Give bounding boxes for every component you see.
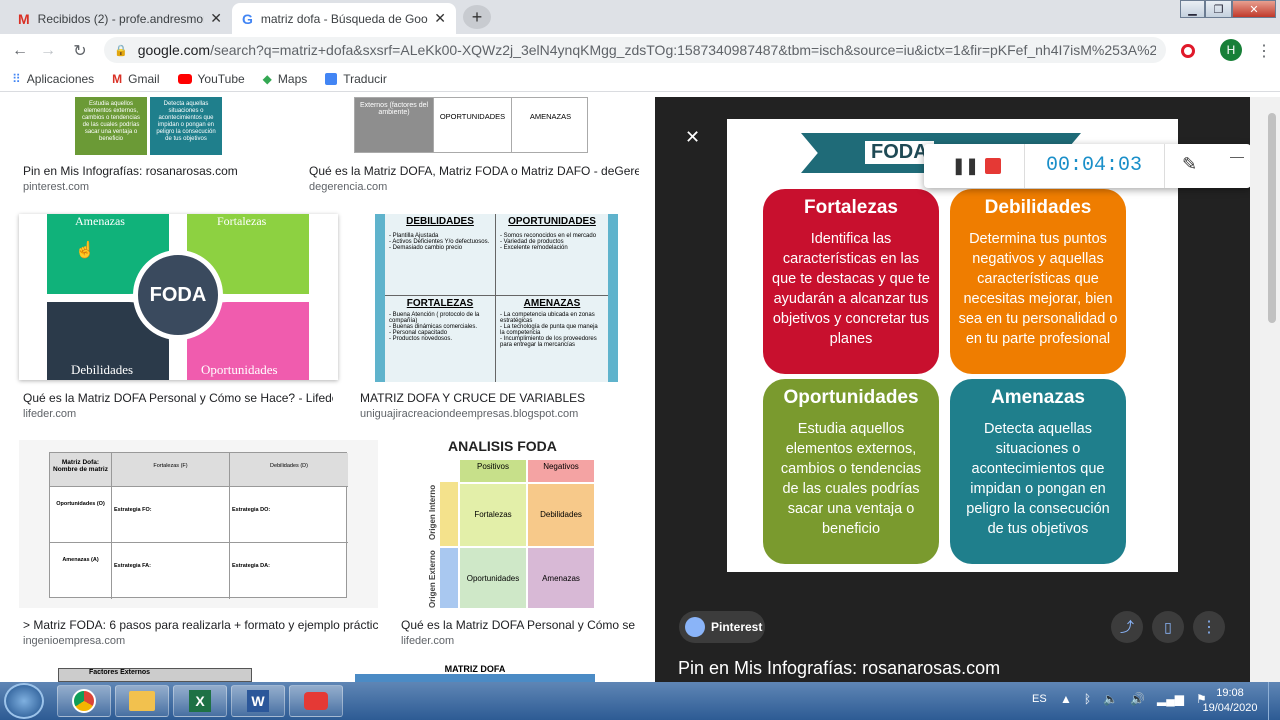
tab-gmail[interactable]: M Recibidos (2) - profe.andresmonsalve@g… [8, 3, 232, 34]
gmail-icon: M [18, 10, 30, 27]
result-domain: uniguajiracreaciondeempresas.blogspot.co… [360, 408, 579, 420]
source-badge[interactable]: Pinterest [679, 611, 765, 643]
address-bar[interactable]: 🔒 google.com/search?q=matriz+dofa&sxsrf=… [104, 37, 1166, 63]
bookmark-translate[interactable]: Traducir [325, 72, 387, 86]
bookmark-gmail[interactable]: M Gmail [112, 72, 159, 86]
gmail-icon: M [112, 71, 123, 86]
bookmarks-bar: ⠿ Aplicaciones M Gmail YouTube ◆ Maps Tradu… [0, 66, 1280, 92]
tab-google-search[interactable]: G matriz dofa - Búsqueda de Google ✕ [232, 3, 456, 34]
card-fortalezas: Fortalezas Identifica las característica… [763, 189, 939, 374]
url-path: /search?q=matriz+dofa&sxsrf=ALeKk00-XQWz… [210, 42, 1156, 58]
viewer-title[interactable]: Pin en Mis Infografías: rosanarosas.com [678, 658, 1000, 679]
share-icon[interactable]: ⤴ [1111, 611, 1143, 643]
speaker-icon[interactable]: 🔈 [1103, 692, 1118, 706]
chrome-taskbar-icon[interactable] [57, 685, 111, 717]
recording-timer: 00:04:03 [1046, 154, 1143, 177]
translate-icon [325, 72, 338, 85]
forward-button[interactable]: → [36, 39, 60, 63]
result-caption[interactable]: Pin en Mis Infografías: rosanarosas.com [23, 164, 293, 178]
result-domain: lifeder.com [401, 635, 455, 647]
tab-strip: M Recibidos (2) - profe.andresmonsalve@g… [0, 0, 1280, 34]
scrollbar-thumb[interactable] [1268, 113, 1276, 323]
url-host: google.com [137, 42, 211, 58]
close-tab-icon[interactable]: ✕ [434, 10, 446, 27]
close-tab-icon[interactable]: ✕ [210, 10, 222, 27]
card-amenazas: Amenazas Detecta aquellas situaciones o … [950, 379, 1126, 564]
result-thumbnail-1[interactable]: Estudia aquellos elementos externos, cam… [75, 97, 222, 155]
close-window-button[interactable]: ✕ [1232, 0, 1276, 18]
pen-draw-icon[interactable]: ✎ [1182, 154, 1197, 175]
close-viewer-icon[interactable]: ✕ [685, 127, 700, 148]
card-debilidades: Debilidades Determina tus puntos negativ… [950, 189, 1126, 374]
image-results-grid: Estudia aquellos elementos externos, cam… [0, 97, 655, 682]
language-indicator[interactable]: ES [1032, 693, 1047, 705]
recorder-taskbar-icon[interactable] [289, 685, 343, 717]
profile-avatar[interactable]: H [1220, 39, 1242, 61]
youtube-icon [177, 73, 192, 84]
menu-kebab-icon[interactable]: ⋮ [1252, 39, 1276, 63]
result-domain: degerencia.com [309, 181, 388, 193]
result-thumbnail-4[interactable]: DEBILIDADES - Plantilla Ajustada - Activ… [375, 214, 618, 382]
maximize-window-button[interactable]: ❐ [1205, 0, 1232, 18]
result-domain: ingenioempresa.com [23, 635, 126, 647]
mouse-cursor-icon: ☝ [75, 242, 95, 259]
clock[interactable]: 19:08 19/04/2020 [1200, 686, 1260, 716]
opera-extension-icon[interactable] [1176, 39, 1200, 63]
start-button[interactable] [4, 683, 44, 719]
network-icon[interactable]: ▂▄▆ [1157, 692, 1184, 706]
page-scrollbar[interactable] [1250, 97, 1280, 682]
result-domain: pinterest.com [23, 181, 90, 193]
bookmark-maps[interactable]: ◆ Maps [263, 72, 308, 86]
result-thumbnail-3[interactable]: FODA Amenazas Fortalezas Debilidades Opo… [19, 214, 338, 380]
maps-icon: ◆ [262, 71, 272, 86]
result-domain: lifeder.com [23, 408, 77, 420]
result-caption[interactable]: > Matriz FODA: 6 pasos para realizarla +… [23, 618, 378, 632]
volume-icon[interactable]: 🔊 [1130, 692, 1145, 706]
globe-icon [685, 617, 705, 637]
tab-title: matriz dofa - Búsqueda de Google [260, 11, 429, 26]
word-taskbar-icon[interactable]: W [231, 685, 285, 717]
result-caption[interactable]: Qué es la Matriz DOFA Personal y Cómo se… [23, 391, 333, 405]
result-thumbnail-5[interactable]: Matriz Dofa: Nombre de matriz Fortalezas… [19, 440, 378, 608]
card-oportunidades: Oportunidades Estudia aquellos elementos… [763, 379, 939, 564]
result-caption[interactable]: Qué es la Matriz DOFA, Matriz FODA o Mat… [309, 164, 639, 178]
system-tray: ▲ ᛒ 🔈 🔊 ▂▄▆ ⚑ [1060, 692, 1207, 706]
minimize-recorder-icon[interactable]: — [1230, 148, 1244, 164]
windows-taskbar: X W ES ▲ ᛒ 🔈 🔊 ▂▄▆ ⚑ 19:08 19/04/2020 [0, 682, 1280, 720]
result-thumbnail-7[interactable]: Factores Externos [58, 668, 252, 682]
show-desktop-button[interactable] [1268, 682, 1280, 720]
save-bookmark-icon[interactable]: ▯ [1152, 611, 1184, 643]
back-button[interactable]: ← [8, 39, 32, 63]
new-tab-button[interactable]: + [463, 5, 491, 29]
bookmark-youtube[interactable]: YouTube [177, 72, 245, 86]
apps-grid-icon: ⠿ [12, 71, 21, 86]
lock-icon: 🔒 [114, 44, 128, 57]
result-caption[interactable]: MATRIZ DOFA Y CRUCE DE VARIABLES [360, 391, 640, 405]
result-thumbnail-6[interactable]: ANALISIS FODA Positivos Negativos Origen… [398, 440, 637, 608]
result-thumbnail-2[interactable]: Externos (factores del ambiente) OPORTUN… [354, 97, 588, 153]
tray-arrow-icon[interactable]: ▲ [1060, 692, 1072, 706]
explorer-taskbar-icon[interactable] [115, 685, 169, 717]
google-icon: G [242, 10, 253, 27]
screen-recorder-widget: ❚❚ 00:04:03 ✎ — [924, 144, 1251, 188]
bookmark-apps[interactable]: ⠿ Aplicaciones [12, 72, 94, 86]
minimize-window-button[interactable]: ▁ [1180, 0, 1205, 18]
bluetooth-icon[interactable]: ᛒ [1084, 692, 1091, 706]
pause-icon[interactable]: ❚❚ [952, 156, 979, 176]
stop-icon[interactable] [985, 158, 1001, 174]
result-thumbnail-8[interactable]: MATRIZ DOFA [355, 664, 595, 682]
reload-button[interactable]: ↻ [68, 39, 92, 63]
excel-taskbar-icon[interactable]: X [173, 685, 227, 717]
tab-title: Recibidos (2) - profe.andresmonsalve@gm [37, 11, 205, 26]
more-options-icon[interactable]: ⋮ [1193, 611, 1225, 643]
result-caption[interactable]: Qué es la Matriz DOFA Personal y Cómo se… [401, 618, 637, 632]
